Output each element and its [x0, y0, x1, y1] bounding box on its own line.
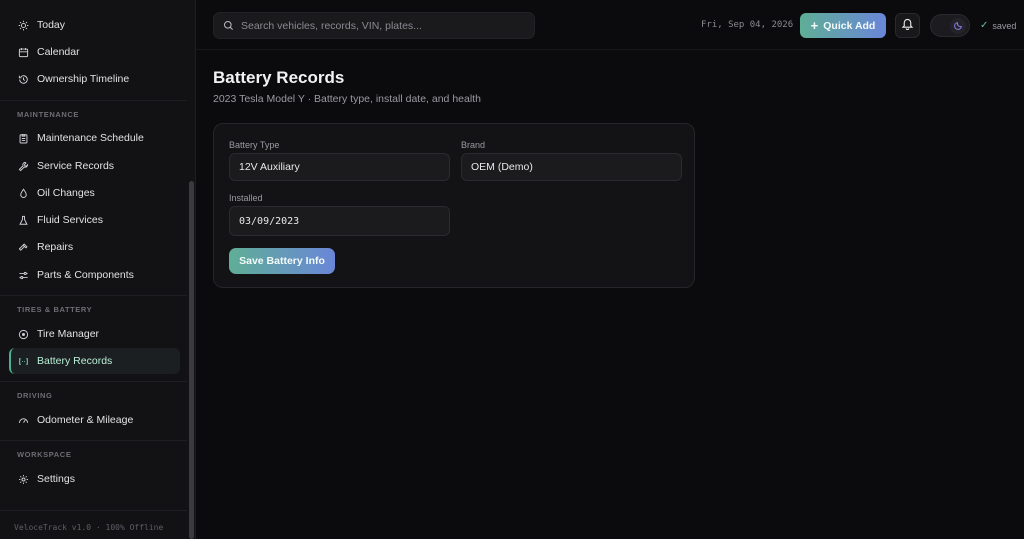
sidebar-item-service-records[interactable]: Service Records [9, 153, 180, 179]
sidebar-item-label: Odometer & Mileage [37, 414, 134, 426]
tire-icon [18, 329, 29, 340]
sidebar-divider [0, 295, 187, 296]
sidebar-item-label: Repairs [37, 241, 74, 253]
sidebar-item-oil-changes[interactable]: Oil Changes [9, 180, 180, 206]
search-box[interactable] [213, 12, 535, 39]
section-label-workspace: WORKSPACE [17, 450, 72, 459]
quick-add-label: Quick Add [823, 19, 876, 32]
sidebar-item-fluid-services[interactable]: Fluid Services [9, 207, 180, 233]
battery-type-select[interactable]: 12V Auxiliary [229, 153, 450, 181]
sun-icon [18, 20, 29, 31]
battery-icon [18, 356, 29, 367]
sidebar-divider [0, 381, 187, 382]
sidebar-nav: Today Calendar Ownership Timeline MAINTE… [0, 0, 187, 511]
quick-add-button[interactable]: + Quick Add [800, 13, 886, 38]
calendar-icon [18, 47, 29, 58]
section-label-tires-battery: TIRES & BATTERY [17, 305, 93, 314]
brand-value: OEM (Demo) [471, 161, 533, 173]
sidebar-item-label: Maintenance Schedule [37, 132, 144, 144]
bell-icon [901, 17, 914, 35]
brand-field[interactable]: OEM (Demo) [461, 153, 682, 181]
sidebar-divider [0, 100, 187, 101]
sidebar-scrollbar-thumb[interactable] [189, 181, 194, 539]
wrench-icon [18, 161, 29, 172]
sidebar-item-settings[interactable]: Settings [9, 466, 180, 492]
toggle-knob [950, 18, 966, 34]
notifications-button[interactable] [895, 13, 920, 38]
battery-form-card: Battery Type 12V Auxiliary Brand OEM (De… [213, 123, 695, 288]
theme-toggle[interactable] [930, 14, 970, 37]
hammer-icon [18, 242, 29, 253]
page-title: Battery Records [213, 68, 345, 87]
installed-date-value: 03/09/2023 [239, 215, 300, 227]
sidebar-item-tire-manager[interactable]: Tire Manager [9, 321, 180, 347]
sidebar-item-label: Parts & Components [37, 269, 134, 281]
brand-label: Brand [461, 140, 486, 150]
installed-date-field[interactable]: 03/09/2023 [229, 206, 450, 236]
sidebar: Today Calendar Ownership Timeline MAINTE… [0, 0, 196, 539]
section-label-driving: DRIVING [17, 391, 53, 400]
check-icon: ✓ [980, 20, 989, 31]
flask-icon [18, 215, 29, 226]
search-input[interactable] [241, 19, 531, 32]
sidebar-item-label: Tire Manager [37, 328, 100, 340]
sidebar-item-label: Fluid Services [37, 214, 103, 226]
sidebar-item-repairs[interactable]: Repairs [9, 234, 180, 260]
sidebar-item-label: Service Records [37, 160, 115, 172]
battery-type-label: Battery Type [229, 140, 280, 150]
droplet-icon [18, 187, 29, 199]
sidebar-divider [0, 440, 187, 441]
history-icon [18, 74, 29, 85]
section-label-maintenance: MAINTENANCE [17, 110, 80, 119]
sidebar-item-maintenance-schedule[interactable]: Maintenance Schedule [9, 125, 180, 151]
sidebar-item-ownership-timeline[interactable]: Ownership Timeline [9, 66, 180, 92]
page-subtitle: 2023 Tesla Model Y · Battery type, insta… [213, 93, 481, 105]
installed-label: Installed [229, 193, 263, 203]
sidebar-item-calendar[interactable]: Calendar [9, 39, 180, 65]
sidebar-item-label: Ownership Timeline [37, 73, 130, 85]
topbar: Fri, Sep 04, 2026 + Quick Add ✓ saved [196, 0, 1024, 50]
gear-icon [18, 474, 29, 485]
saved-label: saved [992, 20, 1017, 31]
sidebar-item-label: Settings [37, 473, 75, 485]
sidebar-footer-divider [0, 510, 187, 511]
current-date: Fri, Sep 04, 2026 [701, 20, 794, 30]
gauge-icon [18, 415, 29, 426]
sidebar-item-label: Battery Records [37, 355, 113, 367]
sliders-icon [18, 270, 29, 281]
app-version-footer: VeloceTrack v1.0 · 100% Offline [14, 523, 164, 532]
sidebar-item-today[interactable]: Today [9, 12, 180, 38]
sidebar-item-parts-components[interactable]: Parts & Components [9, 262, 180, 288]
clipboard-icon [18, 133, 29, 144]
save-status: ✓ saved [980, 20, 1016, 31]
sidebar-item-label: Calendar [37, 46, 80, 58]
search-icon [223, 20, 234, 31]
sidebar-item-battery-records[interactable]: Battery Records [9, 348, 180, 374]
save-battery-info-button[interactable]: Save Battery Info [229, 248, 335, 274]
plus-icon: + [810, 18, 819, 33]
moon-icon [953, 17, 963, 35]
sidebar-item-label: Today [37, 19, 66, 31]
sidebar-item-odometer-mileage[interactable]: Odometer & Mileage [9, 407, 180, 433]
sidebar-item-label: Oil Changes [37, 187, 95, 199]
battery-type-value: 12V Auxiliary [239, 161, 300, 173]
